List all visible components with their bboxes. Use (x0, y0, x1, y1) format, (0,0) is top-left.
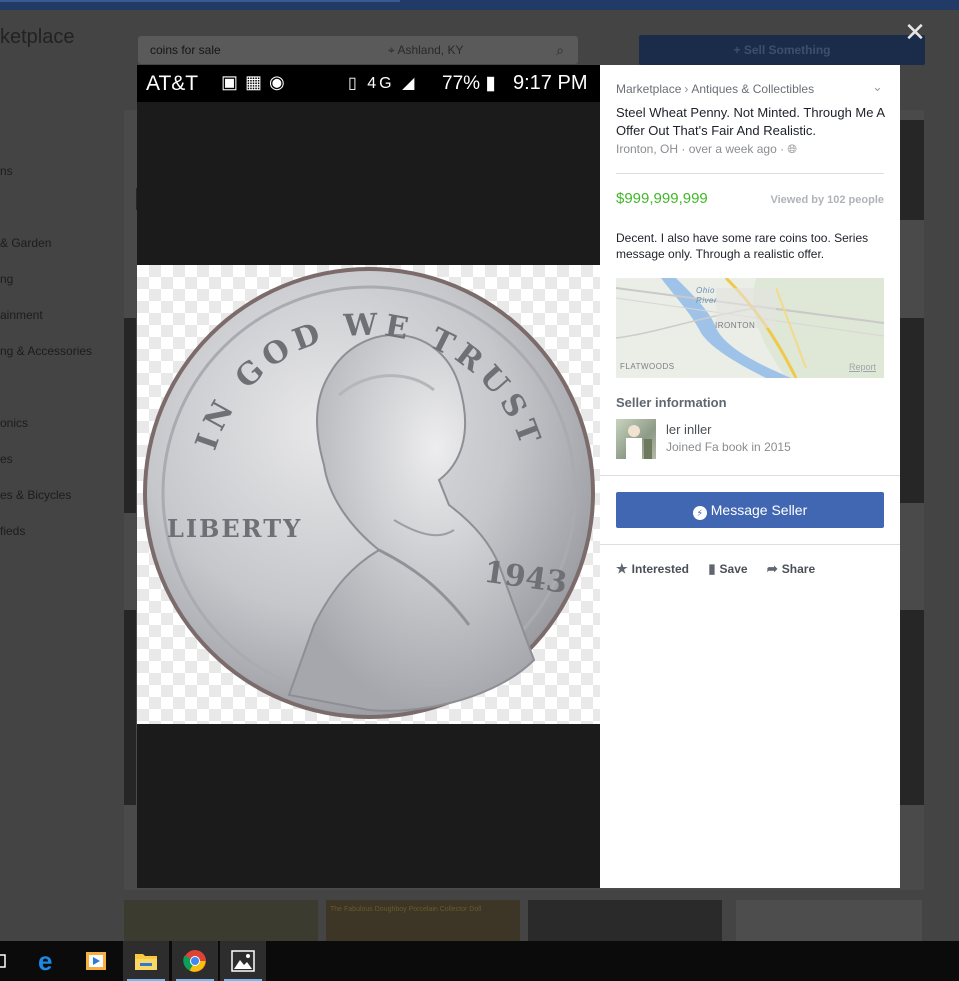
breadcrumb-marketplace[interactable]: Marketplace (616, 82, 681, 96)
media-player-icon (86, 951, 106, 970)
chevron-down-icon[interactable]: ⌄ (872, 79, 883, 95)
edge-icon: e (38, 946, 52, 976)
message-seller-label: Message Seller (710, 502, 808, 518)
seller-avatar[interactable] (616, 419, 656, 459)
listing-meta: Ironton, OH · over a week ago · 🌐︎ (616, 142, 797, 157)
search-icon[interactable]: ⌕ (556, 42, 564, 59)
listing-price: $999,999,999 (616, 190, 708, 207)
windows-taskbar: e (0, 941, 959, 981)
listing-thumb[interactable] (736, 900, 922, 941)
marketplace-title: ketplace (0, 26, 75, 48)
media-player-button[interactable] (73, 941, 119, 981)
star-icon: ★ (616, 561, 628, 576)
battery-percent: 77% (442, 73, 481, 94)
battery-icon: ▮ (485, 73, 496, 94)
facebook-icon: ▦ (245, 72, 270, 92)
breadcrumb-category[interactable]: Antiques & Collectibles (691, 82, 814, 96)
search-value: coins for sale (150, 43, 221, 57)
message-icon: ▣ (221, 72, 246, 92)
map-river-label: Ohio River (696, 286, 718, 305)
listing-thumb-title: The Fabulous Doughboy Porcelain Collecto… (330, 906, 482, 913)
listing-card[interactable] (124, 318, 136, 513)
category-item[interactable]: ng & Accessories (0, 344, 92, 358)
coin-liberty: LIBERTY (167, 514, 302, 543)
close-button[interactable]: ✕ (903, 19, 927, 45)
task-view-button[interactable] (0, 941, 24, 981)
globe-icon: 🌐︎ (787, 142, 798, 156)
category-item[interactable]: ng (0, 272, 13, 286)
bookmark-icon: ▮ (708, 561, 716, 576)
photos-icon (231, 950, 255, 972)
map-city-label: IRONTON (715, 321, 756, 330)
listing-photo[interactable]: IN GOD WE TRUST LIBERTY 1943 (137, 265, 600, 724)
carrier-label: AT&T (146, 72, 199, 95)
task-view-icon (0, 954, 6, 968)
listing-card[interactable] (900, 610, 924, 805)
category-item[interactable]: ainment (0, 308, 43, 322)
listing-card[interactable] (900, 318, 924, 503)
chevron-right-icon: › (684, 82, 689, 96)
category-item[interactable]: onics (0, 416, 28, 430)
seller-info-heading: Seller information (616, 395, 727, 410)
vibrate-icon: ▯ (348, 75, 360, 92)
folder-icon (135, 953, 157, 970)
listing-card[interactable] (900, 120, 924, 220)
listing-description: Decent. I also have some rare coins too.… (616, 231, 869, 261)
category-item[interactable]: fieds (0, 524, 25, 538)
listing-photo-pane: AT&T ▣▦◉ ▯ 4G ◢ 77% ▮ 9:17 PM IN GOD WE … (137, 65, 600, 888)
share-button[interactable]: ➦ Share (767, 561, 815, 577)
breadcrumb: Marketplace › Antiques & Collectibles (616, 82, 814, 96)
seller-name[interactable]: ler inller (666, 422, 712, 437)
location-value: Ashland, KY (397, 43, 464, 57)
listing-card[interactable] (124, 610, 136, 805)
seller-joined: Joined Fa book in 2015 (666, 440, 791, 454)
save-label: Save (719, 562, 748, 576)
share-icon: ➦ (766, 561, 778, 576)
signal-icon: ◢ (402, 75, 418, 92)
location-map[interactable]: Ohio River IRONTON FLATWOODS Report (616, 278, 884, 378)
category-item[interactable]: ns (0, 164, 13, 178)
edge-button[interactable]: e (25, 941, 71, 981)
clock: 9:17 PM (513, 72, 588, 94)
notification-icons: ▣▦◉ (221, 72, 292, 93)
chrome-icon (183, 949, 206, 972)
listing-modal: AT&T ▣▦◉ ▯ 4G ◢ 77% ▮ 9:17 PM IN GOD WE … (137, 65, 900, 888)
listing-actions: ★ Interested ▮ Save ➦ Share (616, 561, 831, 577)
share-label: Share (781, 562, 816, 576)
location-field[interactable]: ⌖ Ashland, KY (388, 43, 463, 58)
interested-label: Interested (631, 562, 690, 576)
svg-text:e: e (38, 949, 52, 973)
message-seller-button[interactable]: ⚡︎ Message Seller (616, 492, 884, 528)
map-report-link[interactable]: Report (849, 362, 876, 372)
map-town-label: FLATWOODS (620, 362, 675, 371)
category-item[interactable]: & Garden (0, 236, 51, 250)
listing-details-pane: Marketplace › Antiques & Collectibles ⌄ St… (600, 65, 900, 888)
photos-button[interactable] (220, 941, 266, 981)
chrome-button[interactable] (172, 941, 218, 981)
category-item[interactable]: es & Bicycles (0, 488, 71, 502)
battery-indicator: 77% ▮ (442, 72, 496, 95)
view-count: Viewed by 102 people (770, 194, 884, 206)
listing-location-time: Ironton, OH · over a week ago · (616, 142, 785, 156)
file-explorer-button[interactable] (123, 941, 169, 981)
divider (616, 173, 884, 174)
messenger-icon: ◉ (269, 72, 292, 92)
interested-button[interactable]: ★ Interested (616, 561, 689, 577)
listing-thumb[interactable] (528, 900, 722, 941)
phone-status-bar: AT&T ▣▦◉ ▯ 4G ◢ 77% ▮ 9:17 PM (137, 65, 600, 102)
divider (600, 475, 900, 476)
sell-something-button[interactable]: + Sell Something (639, 35, 925, 65)
network-label: 4G (367, 75, 395, 92)
system-icons: ▯ 4G ◢ (348, 73, 417, 93)
listing-thumb[interactable]: The Fabulous Doughboy Porcelain Collecto… (326, 900, 520, 941)
browser-topbar (0, 0, 959, 10)
messenger-icon: ⚡︎ (692, 506, 707, 520)
save-button[interactable]: ▮ Save (708, 561, 747, 577)
divider (600, 544, 900, 545)
search-input[interactable]: coins for sale ⌖ Ashland, KY ⌕ (138, 36, 578, 64)
listing-title: Steel Wheat Penny. Not Minted. Through M… (616, 105, 885, 138)
category-item[interactable]: es (0, 452, 13, 466)
penny-coin-image: IN GOD WE TRUST LIBERTY 1943 (143, 267, 595, 719)
listing-thumb[interactable] (124, 900, 318, 941)
